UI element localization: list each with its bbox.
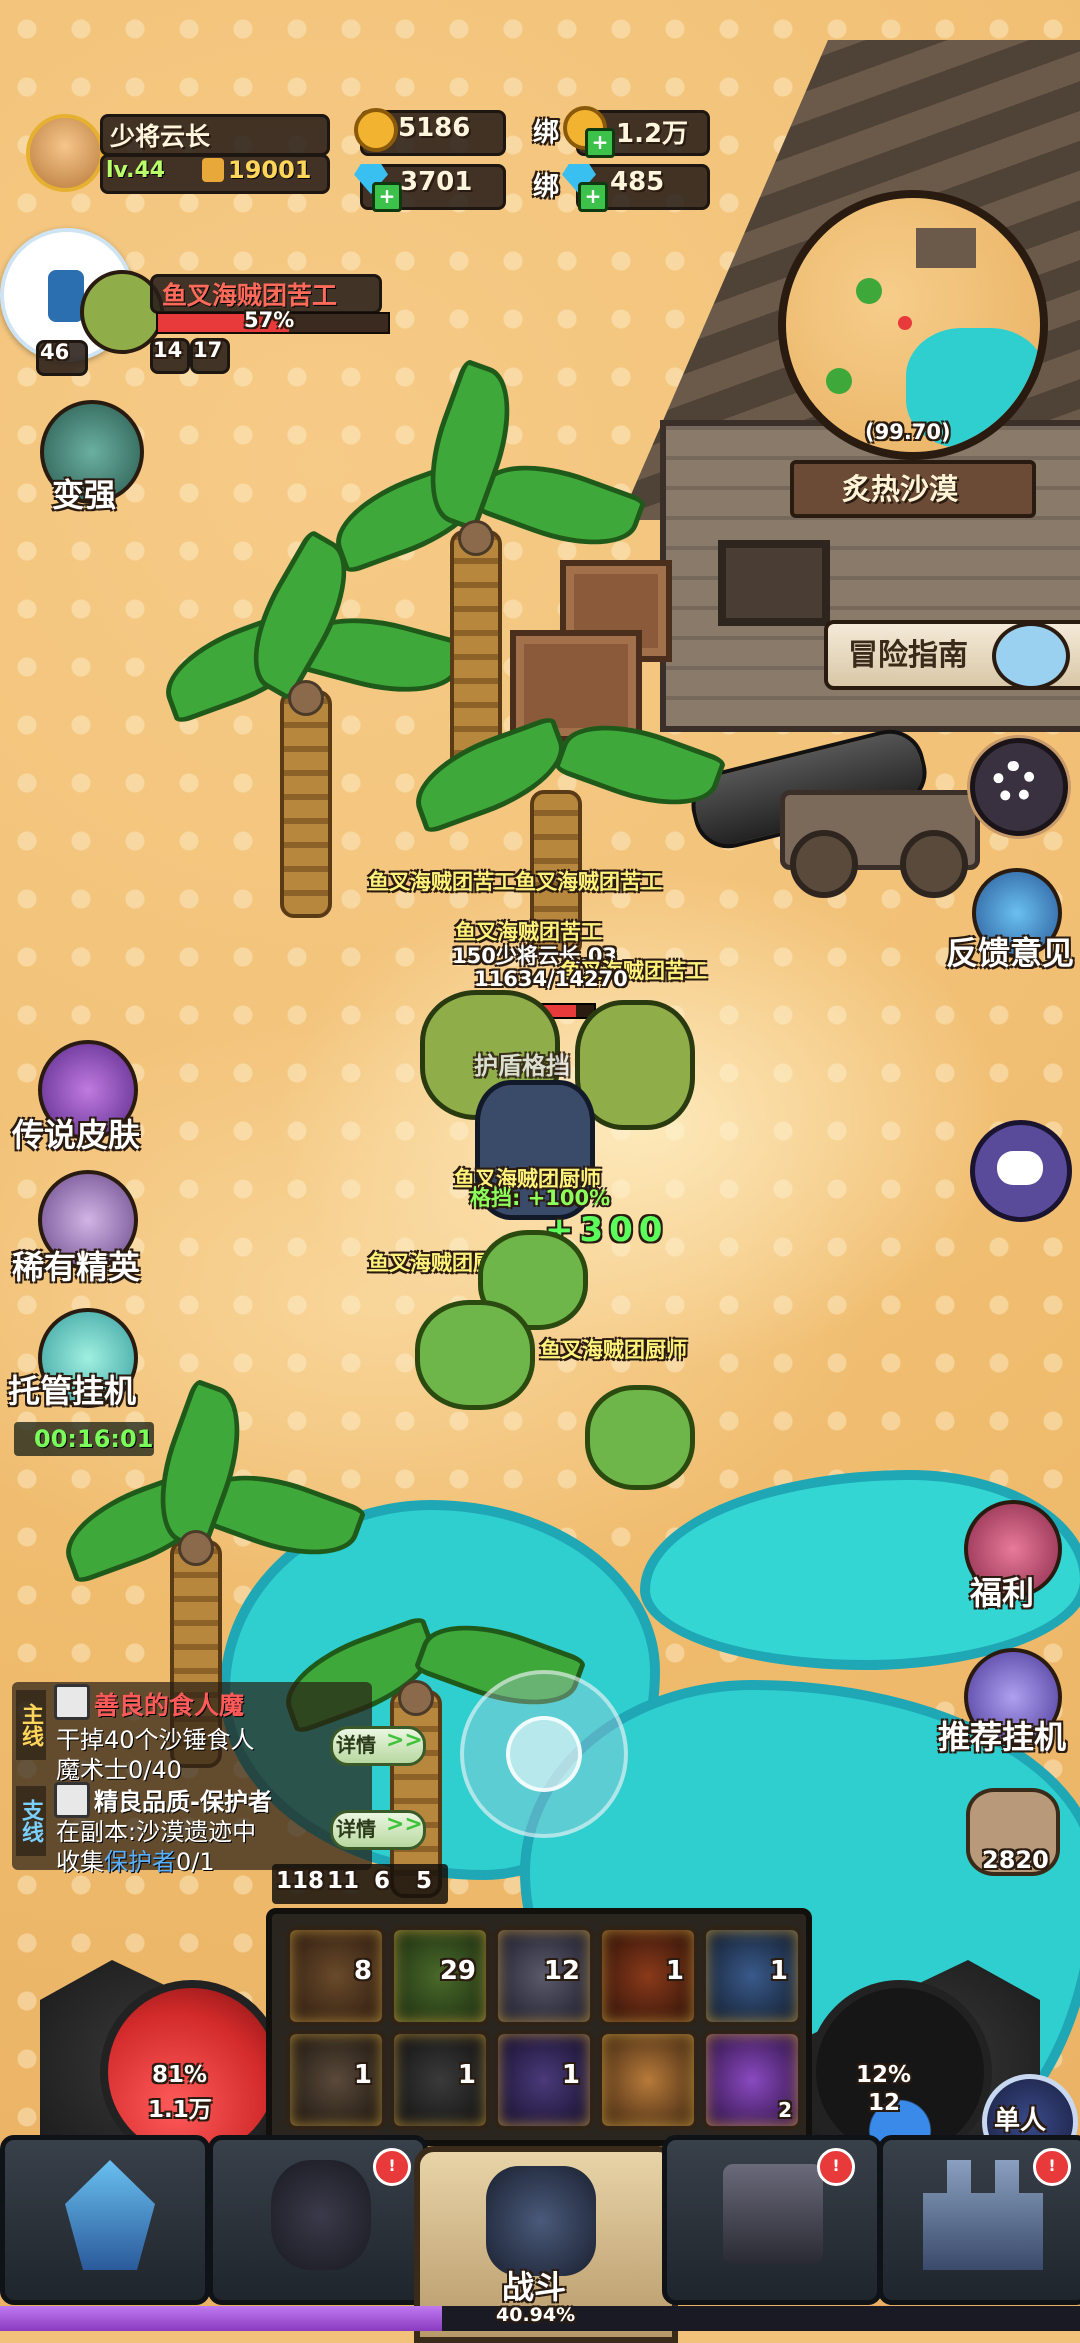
- nav-hero-button[interactable]: !: [208, 2135, 428, 2305]
- settings-button[interactable]: [970, 738, 1068, 836]
- cannon: [684, 722, 990, 898]
- main-quest-tag: 主线: [16, 1690, 46, 1760]
- virtual-joystick[interactable]: [460, 1670, 628, 1838]
- anvil-icon: [723, 2164, 823, 2264]
- phone-icon: [48, 270, 84, 322]
- recommend-hang-label[interactable]: 推荐挂机: [938, 1712, 1066, 1758]
- notification-badge: !: [817, 2148, 855, 2186]
- enemy-label: 鱼叉海贼团厨师: [540, 1338, 687, 1362]
- guide-mascot-icon: [992, 622, 1070, 690]
- main-quest-title: 善良的食人魔: [94, 1691, 245, 1720]
- skill-slot[interactable]: 1: [598, 1926, 698, 2026]
- mp-orb-value: 12: [868, 2090, 901, 2116]
- fishman-enemy[interactable]: [415, 1300, 535, 1410]
- bound-diamond-label: 绑: [533, 172, 560, 202]
- player-level: lv.44: [106, 158, 166, 183]
- skull-swords-icon: [486, 2166, 596, 2276]
- hero-icon: [271, 2160, 371, 2270]
- skill-slot[interactable]: 12: [494, 1926, 594, 2026]
- add-diamond-button[interactable]: +: [372, 182, 402, 212]
- bound-gold-label: 绑: [533, 118, 560, 148]
- fishman-enemy[interactable]: [585, 1385, 695, 1490]
- stone-count: 2820: [982, 1846, 1049, 1874]
- shield-text: 护盾格挡: [474, 1052, 570, 1080]
- player-power: 19001: [228, 156, 312, 184]
- nav-forge-button[interactable]: !: [662, 2135, 882, 2305]
- nav-castle-button[interactable]: !: [878, 2135, 1080, 2305]
- adventure-guide-label: 冒险指南: [848, 638, 968, 673]
- chat-button[interactable]: [970, 1120, 1072, 1222]
- counter: 118: [276, 1868, 325, 1894]
- target-hp-pct: 57%: [244, 308, 295, 332]
- skill-slot[interactable]: 1: [286, 2030, 386, 2130]
- target-stat-a: 14: [153, 338, 183, 362]
- target-level: 46: [40, 340, 70, 364]
- player-hp-text: 11634/14270: [474, 967, 628, 991]
- feedback-label[interactable]: 反馈意见: [946, 928, 1074, 974]
- side-quest-detail-label: 详情: [336, 1817, 376, 1841]
- enemy-label: 鱼叉海贼团苦工鱼叉海贼团苦工: [368, 870, 662, 894]
- notification-badge: !: [1033, 2148, 1071, 2186]
- skill-slot[interactable]: 2: [702, 2030, 802, 2130]
- gear-icon: [993, 761, 1035, 803]
- counter: 6: [374, 1868, 391, 1894]
- nav-battle-label: 战斗: [502, 2268, 567, 2306]
- hp-orb-pct: 81%: [152, 2062, 208, 2088]
- auto-hang-label[interactable]: 托管挂机: [8, 1366, 136, 1412]
- house-window: [718, 540, 830, 626]
- castle-icon: [923, 2160, 1043, 2270]
- skill-slot[interactable]: 8: [286, 1926, 386, 2026]
- side-quest-tag: 支线: [16, 1786, 46, 1856]
- diamond-value: 3701: [400, 167, 473, 197]
- player-panel[interactable]: 少将云长 lv.44 19001: [26, 114, 330, 194]
- player-marker: [898, 316, 912, 330]
- legend-skin-label[interactable]: 传说皮肤: [12, 1110, 140, 1156]
- counter: 5: [416, 1868, 433, 1894]
- bound-gold-value: 1.2万: [616, 119, 689, 149]
- gold-value: 5186: [398, 113, 471, 143]
- auto-timer: 00:16:01: [34, 1425, 154, 1453]
- main-quest-line2: 魔术士0/40: [56, 1756, 182, 1784]
- chevron-right-icon: >>: [386, 1728, 423, 1753]
- welfare-label[interactable]: 福利: [970, 1568, 1034, 1614]
- zone-name: 炙热沙漠: [842, 472, 959, 506]
- target-stat-b: 17: [193, 338, 223, 362]
- nav-equip-button[interactable]: [0, 2135, 210, 2305]
- notification-badge: !: [373, 2148, 411, 2186]
- skill-slot[interactable]: 1: [494, 2030, 594, 2130]
- counter: 11: [327, 1868, 360, 1894]
- skill-slot[interactable]: [598, 2030, 698, 2130]
- minimap-coords: (99.70): [865, 420, 951, 444]
- hp-orb-value: 1.1万: [148, 2097, 212, 2123]
- bound-diamond-value: 485: [610, 167, 665, 197]
- crystal-icon: [65, 2160, 155, 2270]
- strengthen-label[interactable]: 变强: [52, 470, 116, 516]
- skill-slot[interactable]: 1: [702, 1926, 802, 2026]
- exp-pct: 40.94%: [496, 2304, 576, 2326]
- main-quest-detail-label: 详情: [336, 1733, 376, 1757]
- rare-elite-label[interactable]: 稀有精英: [12, 1242, 140, 1288]
- chevron-right-icon: >>: [386, 1812, 423, 1837]
- gold-coin-icon: [354, 108, 398, 152]
- target-name: 鱼叉海贼团苦工: [162, 281, 338, 310]
- mp-orb-pct: 12%: [856, 2062, 912, 2088]
- player-name: 少将云长: [110, 122, 211, 151]
- add-bound-gold-button[interactable]: +: [585, 128, 615, 158]
- skill-slot[interactable]: 1: [390, 2030, 490, 2130]
- player-avatar[interactable]: [26, 114, 104, 192]
- power-icon: [202, 158, 224, 182]
- skill-slot[interactable]: 29: [390, 1926, 490, 2026]
- quest-question-icon: [54, 1684, 90, 1720]
- add-bound-diamond-button[interactable]: +: [578, 182, 608, 212]
- single-mode-label: 单人: [994, 2106, 1047, 2136]
- joystick-knob[interactable]: [506, 1716, 582, 1792]
- side-quest-line2: 收集保护者0/1: [56, 1848, 215, 1876]
- block-text: 格挡: +100%: [470, 1186, 611, 1210]
- chat-icon: [997, 1151, 1043, 1185]
